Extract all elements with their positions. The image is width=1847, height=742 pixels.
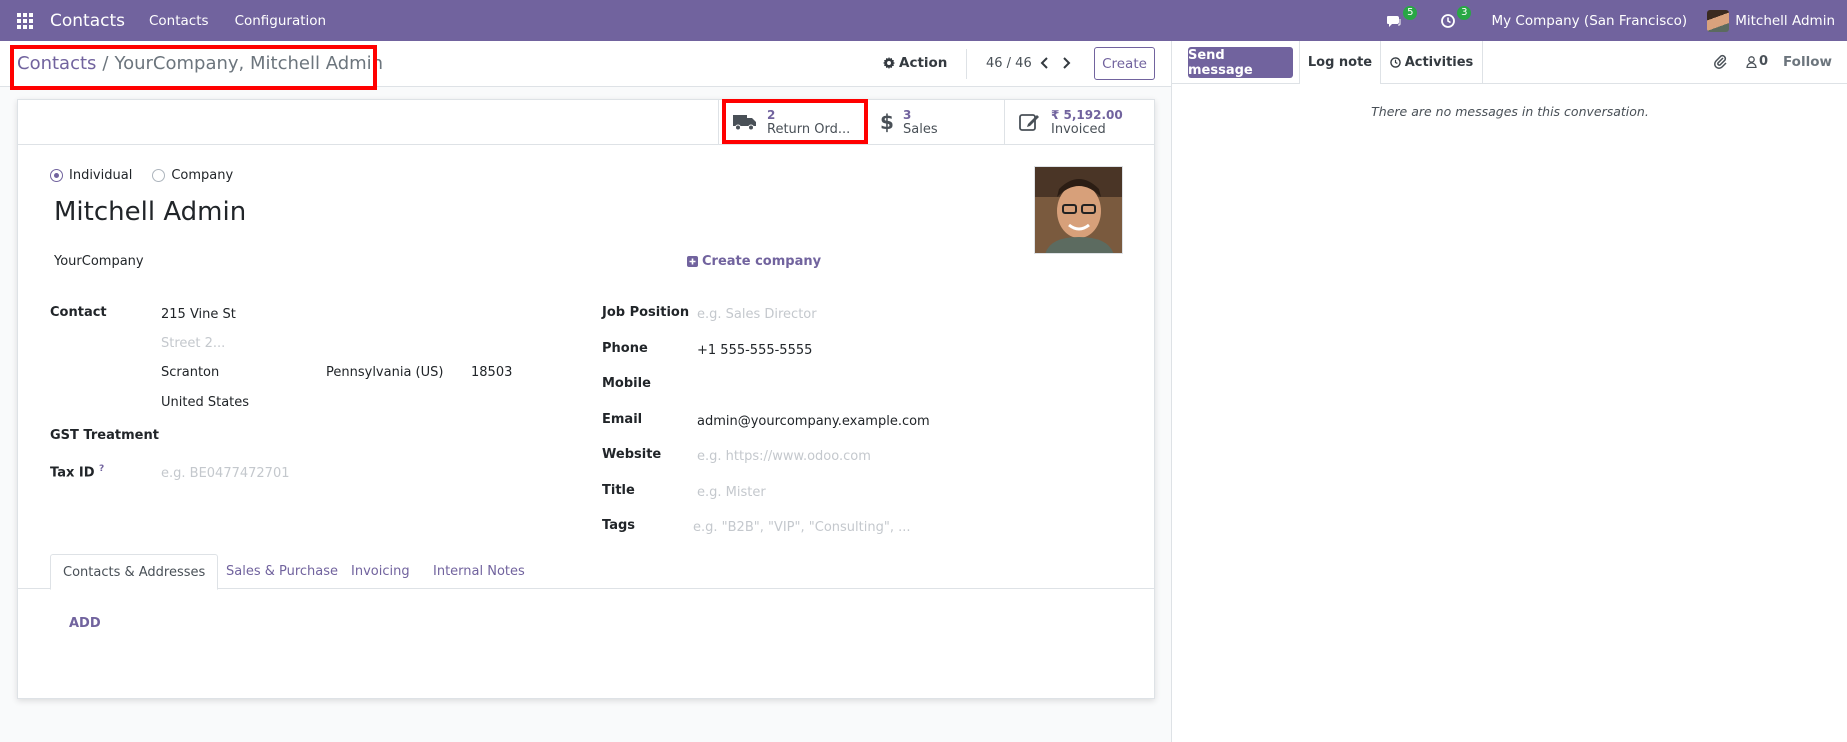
company-type-radio: Individual Company	[50, 168, 253, 183]
email-label: Email	[602, 412, 643, 427]
user-menu[interactable]: Mitchell Admin	[1707, 9, 1835, 32]
website-field[interactable]: e.g. https://www.odoo.com	[697, 449, 871, 464]
invoiced-amount: ₹ 5,192.00	[1051, 107, 1123, 122]
form-sheet: 2 Return Ord... $ 3 Sales ₹ 5,192.00 Inv…	[17, 99, 1155, 699]
notebook-tabs: Contacts & Addresses Sales & Purchase In…	[18, 554, 1154, 590]
partner-photo[interactable]	[1034, 166, 1123, 254]
tax-id-field[interactable]: e.g. BE0477472701	[161, 466, 290, 481]
svg-text:$: $	[880, 111, 893, 133]
pager-next-button[interactable]	[1058, 54, 1074, 72]
job-position-label: Job Position	[602, 305, 690, 320]
log-note-button[interactable]: Log note	[1299, 41, 1381, 84]
action-menu-button[interactable]: Action	[883, 55, 947, 71]
chatter-panel: Send message Log note Activities 0 Follo…	[1171, 41, 1847, 742]
messaging-icon[interactable]: 5	[1383, 5, 1418, 32]
menu-contacts[interactable]: Contacts	[149, 13, 209, 29]
top-navbar: Contacts Contacts Configuration 5 3 My C…	[0, 0, 1847, 41]
control-panel: Contacts / YourCompany, Mitchell Admin Act…	[0, 41, 1172, 90]
followers-button[interactable]: 0	[1746, 54, 1768, 69]
tags-label: Tags	[602, 518, 636, 533]
app-brand[interactable]: Contacts	[50, 11, 125, 31]
smart-button-box: 2 Return Ord... $ 3 Sales ₹ 5,192.00 Inv…	[18, 100, 1154, 145]
partner-name-field[interactable]: Mitchell Admin	[54, 197, 246, 227]
add-contact-button[interactable]: ADD	[69, 616, 101, 631]
state-field[interactable]: Pennsylvania (US)	[326, 365, 443, 380]
create-button[interactable]: Create	[1094, 47, 1155, 80]
user-name: Mitchell Admin	[1735, 12, 1835, 29]
invoiced-label: Invoiced	[1051, 121, 1106, 137]
user-icon	[1746, 55, 1757, 68]
follow-button[interactable]: Follow	[1783, 54, 1832, 70]
paperclip-icon[interactable]	[1713, 53, 1727, 73]
menu-configuration[interactable]: Configuration	[235, 13, 327, 29]
country-field[interactable]: United States	[161, 395, 249, 410]
invoiced-smart-button[interactable]: ₹ 5,192.00 Invoiced	[1004, 100, 1154, 144]
action-label: Action	[899, 55, 948, 71]
sales-label: Sales	[903, 121, 938, 137]
company-switcher[interactable]: My Company (San Francisco)	[1491, 13, 1687, 29]
radio-individual[interactable]	[50, 169, 63, 182]
radio-company-label[interactable]: Company	[171, 168, 233, 183]
contact-address-label: Contact	[50, 305, 107, 320]
phone-field[interactable]: +1 555-555-5555	[697, 343, 812, 358]
chevron-right-icon	[1062, 57, 1070, 69]
control-panel-divider	[966, 49, 967, 79]
messages-badge: 5	[1403, 5, 1418, 20]
create-company-button[interactable]: Create company	[687, 254, 821, 269]
phone-label: Phone	[602, 341, 648, 356]
chatter-topbar: Send message Log note Activities 0 Follo…	[1172, 41, 1847, 84]
title-label: Title	[602, 483, 635, 498]
job-position-field[interactable]: e.g. Sales Director	[697, 307, 817, 322]
plus-square-icon	[687, 256, 698, 267]
return-orders-highlight-box	[722, 99, 868, 144]
sales-smart-button[interactable]: $ 3 Sales	[864, 100, 1004, 144]
website-label: Website	[602, 447, 662, 462]
pager-value[interactable]: 46 / 46	[986, 56, 1032, 71]
mobile-label: Mobile	[602, 376, 651, 391]
gst-treatment-label: GST Treatment	[50, 428, 159, 443]
clock-icon	[1389, 57, 1401, 68]
send-message-button[interactable]: Send message	[1188, 47, 1293, 78]
activity-clock-icon[interactable]: 3	[1437, 5, 1472, 32]
activities-button[interactable]: Activities	[1381, 41, 1483, 84]
radio-individual-label[interactable]: Individual	[69, 168, 132, 183]
dollar-icon: $	[879, 111, 893, 133]
gear-icon	[883, 57, 895, 69]
tax-id-label: Tax ID ?	[50, 464, 104, 480]
tab-sales-purchase[interactable]: Sales & Purchase	[214, 554, 350, 589]
tax-id-tooltip-icon[interactable]: ?	[99, 464, 104, 474]
activities-badge: 3	[1457, 5, 1472, 20]
create-company-label: Create company	[702, 254, 822, 269]
followers-count: 0	[1759, 54, 1769, 69]
radio-company[interactable]	[152, 169, 166, 182]
user-avatar	[1707, 9, 1730, 32]
city-field[interactable]: Scranton	[161, 365, 219, 380]
title-field[interactable]: e.g. Mister	[697, 485, 766, 500]
tab-internal-notes[interactable]: Internal Notes	[421, 554, 537, 589]
breadcrumb-highlight-box	[10, 45, 377, 90]
activities-label: Activities	[1404, 55, 1474, 70]
tax-id-label-text: Tax ID	[50, 465, 95, 481]
chevron-left-icon	[1040, 57, 1048, 69]
street2-field[interactable]: Street 2...	[161, 336, 225, 351]
apps-menu-icon[interactable]	[0, 0, 50, 41]
tab-invoicing[interactable]: Invoicing	[339, 554, 422, 589]
zip-field[interactable]: 18503	[471, 365, 512, 380]
chatter-empty-message: There are no messages in this conversati…	[1371, 104, 1649, 119]
pencil-square-icon	[1019, 112, 1041, 132]
pager-previous-button[interactable]	[1036, 54, 1052, 72]
sales-count: 3	[903, 107, 912, 122]
email-field[interactable]: admin@yourcompany.example.com	[697, 414, 930, 429]
street-field[interactable]: 215 Vine St	[161, 307, 236, 322]
tags-field[interactable]: e.g. "B2B", "VIP", "Consulting", ...	[693, 520, 910, 535]
parent-company-field[interactable]: YourCompany	[54, 254, 144, 269]
tab-contacts-addresses[interactable]: Contacts & Addresses	[50, 554, 219, 590]
